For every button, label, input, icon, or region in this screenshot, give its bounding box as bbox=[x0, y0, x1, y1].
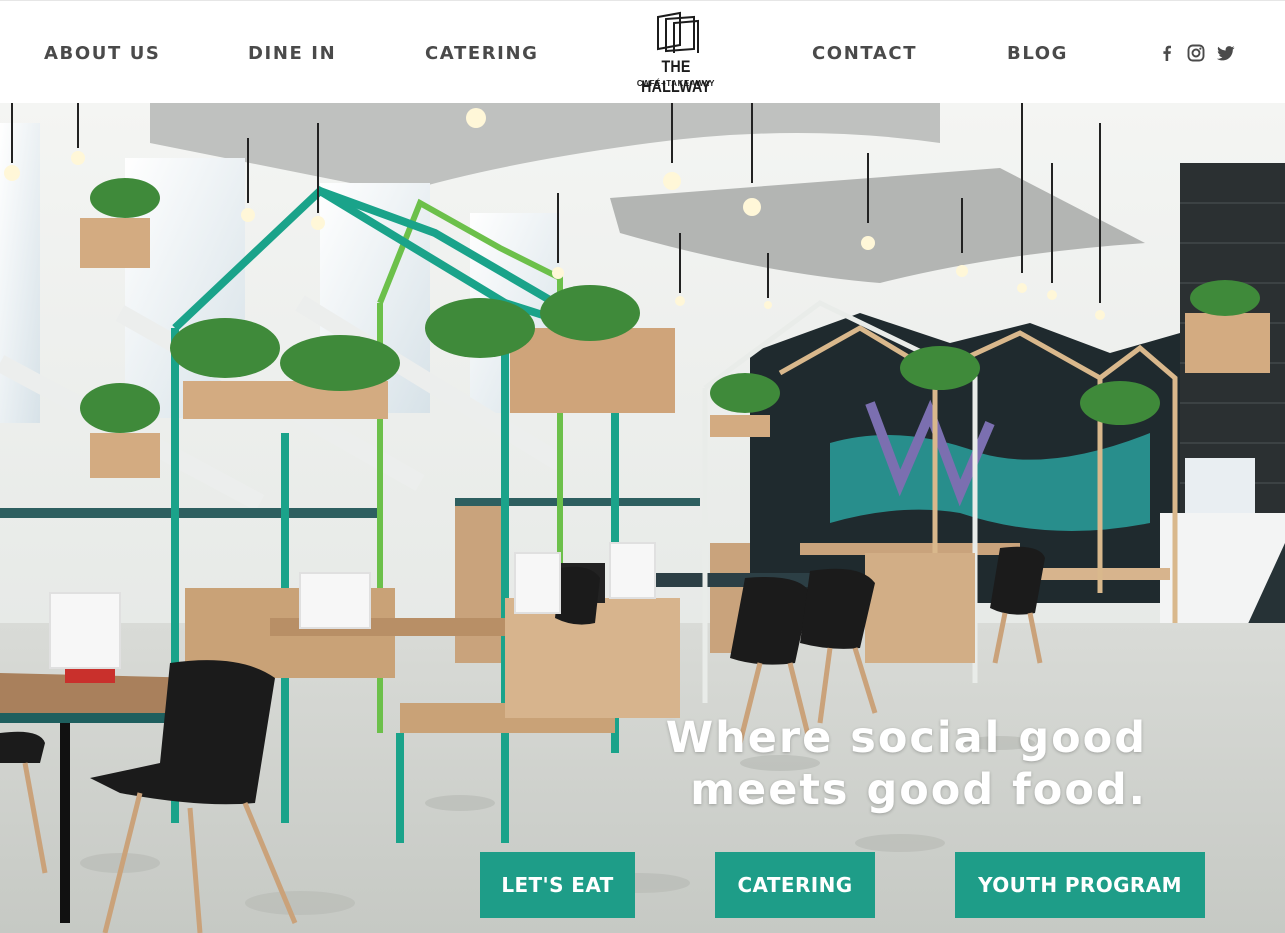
youth-program-button[interactable]: YOUTH PROGRAM bbox=[955, 852, 1205, 918]
logo-name: THE HALLWAY bbox=[641, 57, 711, 96]
hero-headline-line1: Where social good bbox=[665, 713, 1147, 763]
catering-button[interactable]: CATERING bbox=[715, 852, 875, 918]
nav-about-us[interactable]: ABOUT US bbox=[44, 41, 161, 67]
twitter-icon[interactable] bbox=[1216, 43, 1236, 63]
nav-contact[interactable]: CONTACT bbox=[812, 41, 917, 67]
nav-catering[interactable]: CATERING bbox=[425, 41, 539, 67]
site-logo[interactable]: THE HALLWAY CAFÉ+TAKEAWAY bbox=[621, 11, 731, 96]
nav-dine-in[interactable]: DINE IN bbox=[248, 41, 336, 67]
site-header: ABOUT US DINE IN CATERING THE HALLWAY CA… bbox=[0, 0, 1285, 103]
facebook-icon[interactable] bbox=[1157, 43, 1177, 63]
logo-tagline: CAFÉ+TAKEAWAY bbox=[636, 79, 716, 88]
hallway-logo-mark-icon bbox=[657, 11, 699, 53]
hero-section: Where social good meets good food. LET'S… bbox=[0, 103, 1285, 933]
nav-blog[interactable]: BLOG bbox=[1007, 41, 1068, 67]
lets-eat-button[interactable]: LET'S EAT bbox=[480, 852, 635, 918]
hero-headline-line2: meets good food. bbox=[690, 765, 1147, 815]
instagram-icon[interactable] bbox=[1186, 43, 1206, 63]
